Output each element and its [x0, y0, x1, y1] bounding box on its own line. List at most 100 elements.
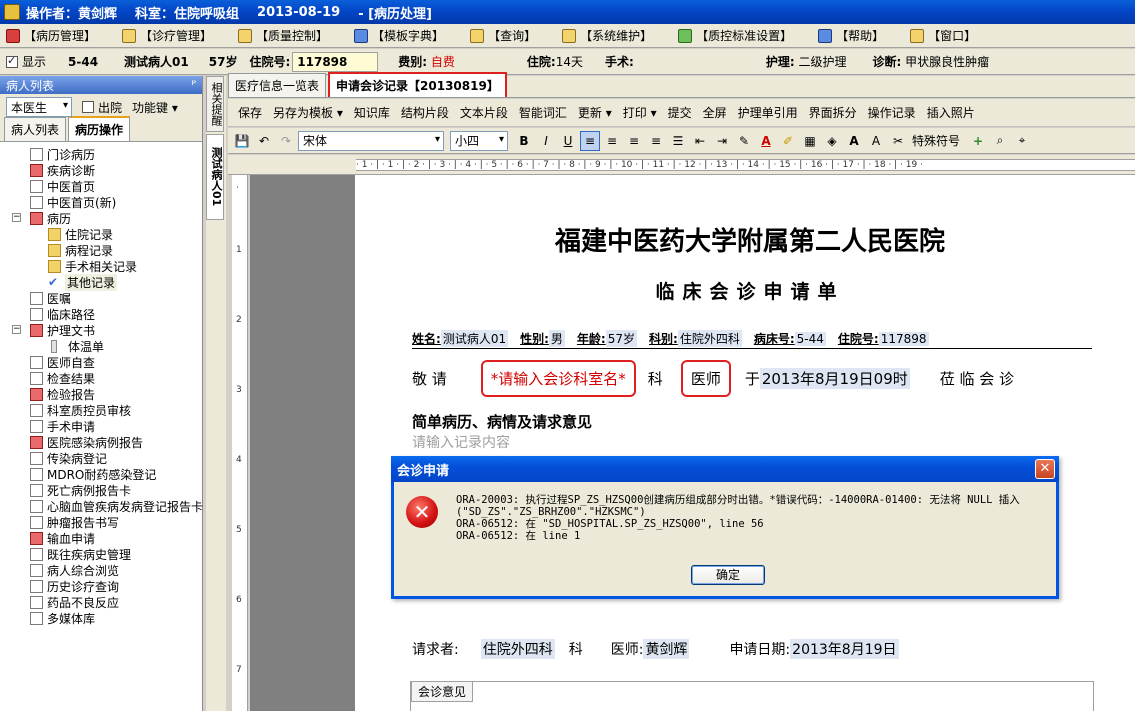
tree-item[interactable]: 手术相关记录 — [0, 258, 202, 274]
function-key-button[interactable]: 功能键 ▾ — [132, 99, 178, 116]
tree-item[interactable]: 体温单 — [0, 338, 202, 354]
underline-icon[interactable]: U — [558, 131, 578, 151]
patient-field-value[interactable]: 男 — [548, 330, 565, 347]
consult-doctor-field[interactable]: 医师 — [680, 359, 731, 397]
tab-record-operation[interactable]: 病历操作 — [68, 116, 131, 141]
tree-item[interactable]: 中医首页(新) — [0, 194, 202, 210]
pin-icon[interactable]: ᴾ — [191, 78, 196, 92]
tree-item[interactable]: 药品不良反应 — [0, 594, 202, 610]
document-page[interactable]: 福建中医药大学附属第二人民医院 临床会诊申请单 姓名: 测试病人01 性别: 男年龄:… — [355, 175, 1135, 711]
tree-item[interactable]: 既往疾病史管理 — [0, 546, 202, 562]
bullet-list-icon[interactable]: ☰ — [668, 131, 688, 151]
border-icon[interactable]: ▦ — [800, 131, 820, 151]
align-right-icon[interactable]: ≡ — [624, 131, 644, 151]
font-size-select[interactable]: 小四 — [450, 130, 508, 151]
toolbar-button[interactable]: 结构片段 — [401, 104, 449, 121]
menu-window[interactable]: 【窗口】 — [904, 25, 982, 47]
redo-icon[interactable]: ↷ — [276, 131, 296, 151]
toolbar-button[interactable]: 另存为模板 ▾ — [273, 104, 343, 121]
menu-system-maintenance[interactable]: 【系统维护】 — [556, 25, 658, 47]
tree-item[interactable]: 住院记录 — [0, 226, 202, 242]
indent-decrease-icon[interactable]: ⇤ — [690, 131, 710, 151]
collapse-icon[interactable]: − — [12, 325, 21, 334]
record-content-placeholder[interactable]: 请输入记录内容 — [412, 432, 510, 452]
requester-dept-field[interactable]: 住院外四科 — [480, 639, 555, 659]
align-left-icon[interactable]: ≡ — [580, 130, 600, 151]
consult-time-field[interactable]: 2013年8月19日09时 — [759, 367, 910, 389]
tree-item[interactable]: 手术申请 — [0, 418, 202, 434]
close-icon[interactable]: ✕ — [1035, 459, 1055, 479]
tab-patient[interactable]: 测试病人01 — [206, 134, 224, 220]
tree-item[interactable]: 病程记录 — [0, 242, 202, 258]
consult-dept-field[interactable]: *请输入会诊科室名* — [480, 359, 636, 397]
menu-medical-records[interactable]: 【病历管理】 — [0, 25, 102, 47]
italic-icon[interactable]: I — [536, 131, 556, 151]
tree-item[interactable]: 医师自查 — [0, 354, 202, 370]
tree-item[interactable]: 疾病诊断 — [0, 162, 202, 178]
search-icon[interactable]: ⌕ — [990, 131, 1010, 151]
tab-medical-overview[interactable]: 医疗信息一览表 — [228, 73, 327, 97]
justify-icon[interactable]: ≡ — [646, 131, 666, 151]
font-family-select[interactable]: 宋体 — [298, 130, 444, 151]
save-icon[interactable]: 💾 — [232, 131, 252, 151]
menu-help[interactable]: 【帮助】 — [812, 25, 890, 47]
menu-query[interactable]: 【查询】 — [464, 25, 542, 47]
tab-consultation-record[interactable]: 申请会诊记录【20130819】 — [328, 72, 507, 97]
tree-item[interactable]: − 护理文书 — [0, 322, 202, 338]
toolbar-button[interactable]: 文本片段 — [460, 104, 508, 121]
patient-field-value[interactable]: 5-44 — [794, 331, 826, 346]
tree-item[interactable]: 多媒体库 — [0, 610, 202, 626]
doctor-select[interactable]: 本医生 — [6, 97, 72, 117]
undo-icon[interactable]: ↶ — [254, 131, 274, 151]
tree-item[interactable]: 科室质控员审核 — [0, 402, 202, 418]
toolbar-button[interactable]: 提交 — [668, 104, 692, 121]
toolbar-button[interactable]: 全屏 — [703, 104, 727, 121]
menu-qc-standard[interactable]: 【质控标准设置】 — [672, 25, 798, 47]
tree-item[interactable]: 检验报告 — [0, 386, 202, 402]
align-center-icon[interactable]: ≡ — [602, 131, 622, 151]
tree-item[interactable]: 病人综合浏览 — [0, 562, 202, 578]
discharged-checkbox[interactable] — [82, 101, 94, 113]
font-color-icon[interactable]: A — [756, 131, 776, 151]
toolbar-button[interactable]: 更新 ▾ — [578, 104, 612, 121]
toolbar-button[interactable]: 操作记录 — [868, 104, 916, 121]
tree-item[interactable]: 医院感染病例报告 — [0, 434, 202, 450]
doctor-name-field[interactable]: 黄剑辉 — [643, 639, 690, 659]
collapse-icon[interactable]: − — [12, 213, 21, 222]
binoculars-icon[interactable]: ⌖ — [1012, 131, 1032, 151]
inpatient-no-field[interactable]: 117898 — [292, 51, 379, 72]
menu-template-dict[interactable]: 【模板字典】 — [348, 25, 450, 47]
fill-icon[interactable]: ◈ — [822, 131, 842, 151]
toolbar-button[interactable]: 知识库 — [354, 104, 390, 121]
highlight-icon[interactable]: ✐ — [778, 131, 798, 151]
consultation-opinion-box[interactable]: 会诊意见 — [410, 681, 1094, 711]
toolbar-button[interactable]: 界面拆分 — [809, 104, 857, 121]
tree-item[interactable]: 临床路径 — [0, 306, 202, 322]
special-symbol-button[interactable]: 特殊符号 — [912, 132, 960, 149]
tree-item[interactable]: 死亡病例报告卡 — [0, 482, 202, 498]
menu-quality-control[interactable]: 【质量控制】 — [232, 25, 334, 47]
patient-field-value[interactable]: 57岁 — [605, 330, 638, 347]
tree-item[interactable]: 传染病登记 — [0, 450, 202, 466]
patient-field-value[interactable]: 117898 — [878, 331, 929, 346]
indent-increase-icon[interactable]: ⇥ — [712, 131, 732, 151]
bold-icon[interactable]: B — [514, 131, 534, 151]
tree-item[interactable]: 心脑血管疾病发病登记报告卡 — [0, 498, 203, 514]
tab-reminders[interactable]: 相关提醒 — [206, 76, 224, 132]
toolbar-button[interactable]: 打印 ▾ — [623, 104, 657, 121]
tree-item[interactable]: 门诊病历 — [0, 146, 202, 162]
font-shrink-icon[interactable]: A — [866, 131, 886, 151]
menu-diagnosis[interactable]: 【诊疗管理】 — [116, 25, 218, 47]
tree-item[interactable]: 输血申请 — [0, 530, 202, 546]
toolbar-button[interactable]: 插入照片 — [927, 104, 975, 121]
format-clear-icon[interactable]: ✂ — [888, 131, 908, 151]
tree-item[interactable]: 历史诊疗查询 — [0, 578, 202, 594]
tree-item[interactable]: 中医首页 — [0, 178, 202, 194]
tree-item[interactable]: MDRO耐药感染登记 — [0, 466, 202, 482]
font-grow-icon[interactable]: A — [844, 131, 864, 151]
tree-item[interactable]: 医嘱 — [0, 290, 202, 306]
patient-field-value[interactable]: 住院外四科 — [677, 330, 742, 347]
tree-item[interactable]: 肿瘤报告书写 — [0, 514, 202, 530]
toolbar-button[interactable]: 智能词汇 — [519, 104, 567, 121]
tree-item[interactable]: − 病历 — [0, 210, 202, 226]
